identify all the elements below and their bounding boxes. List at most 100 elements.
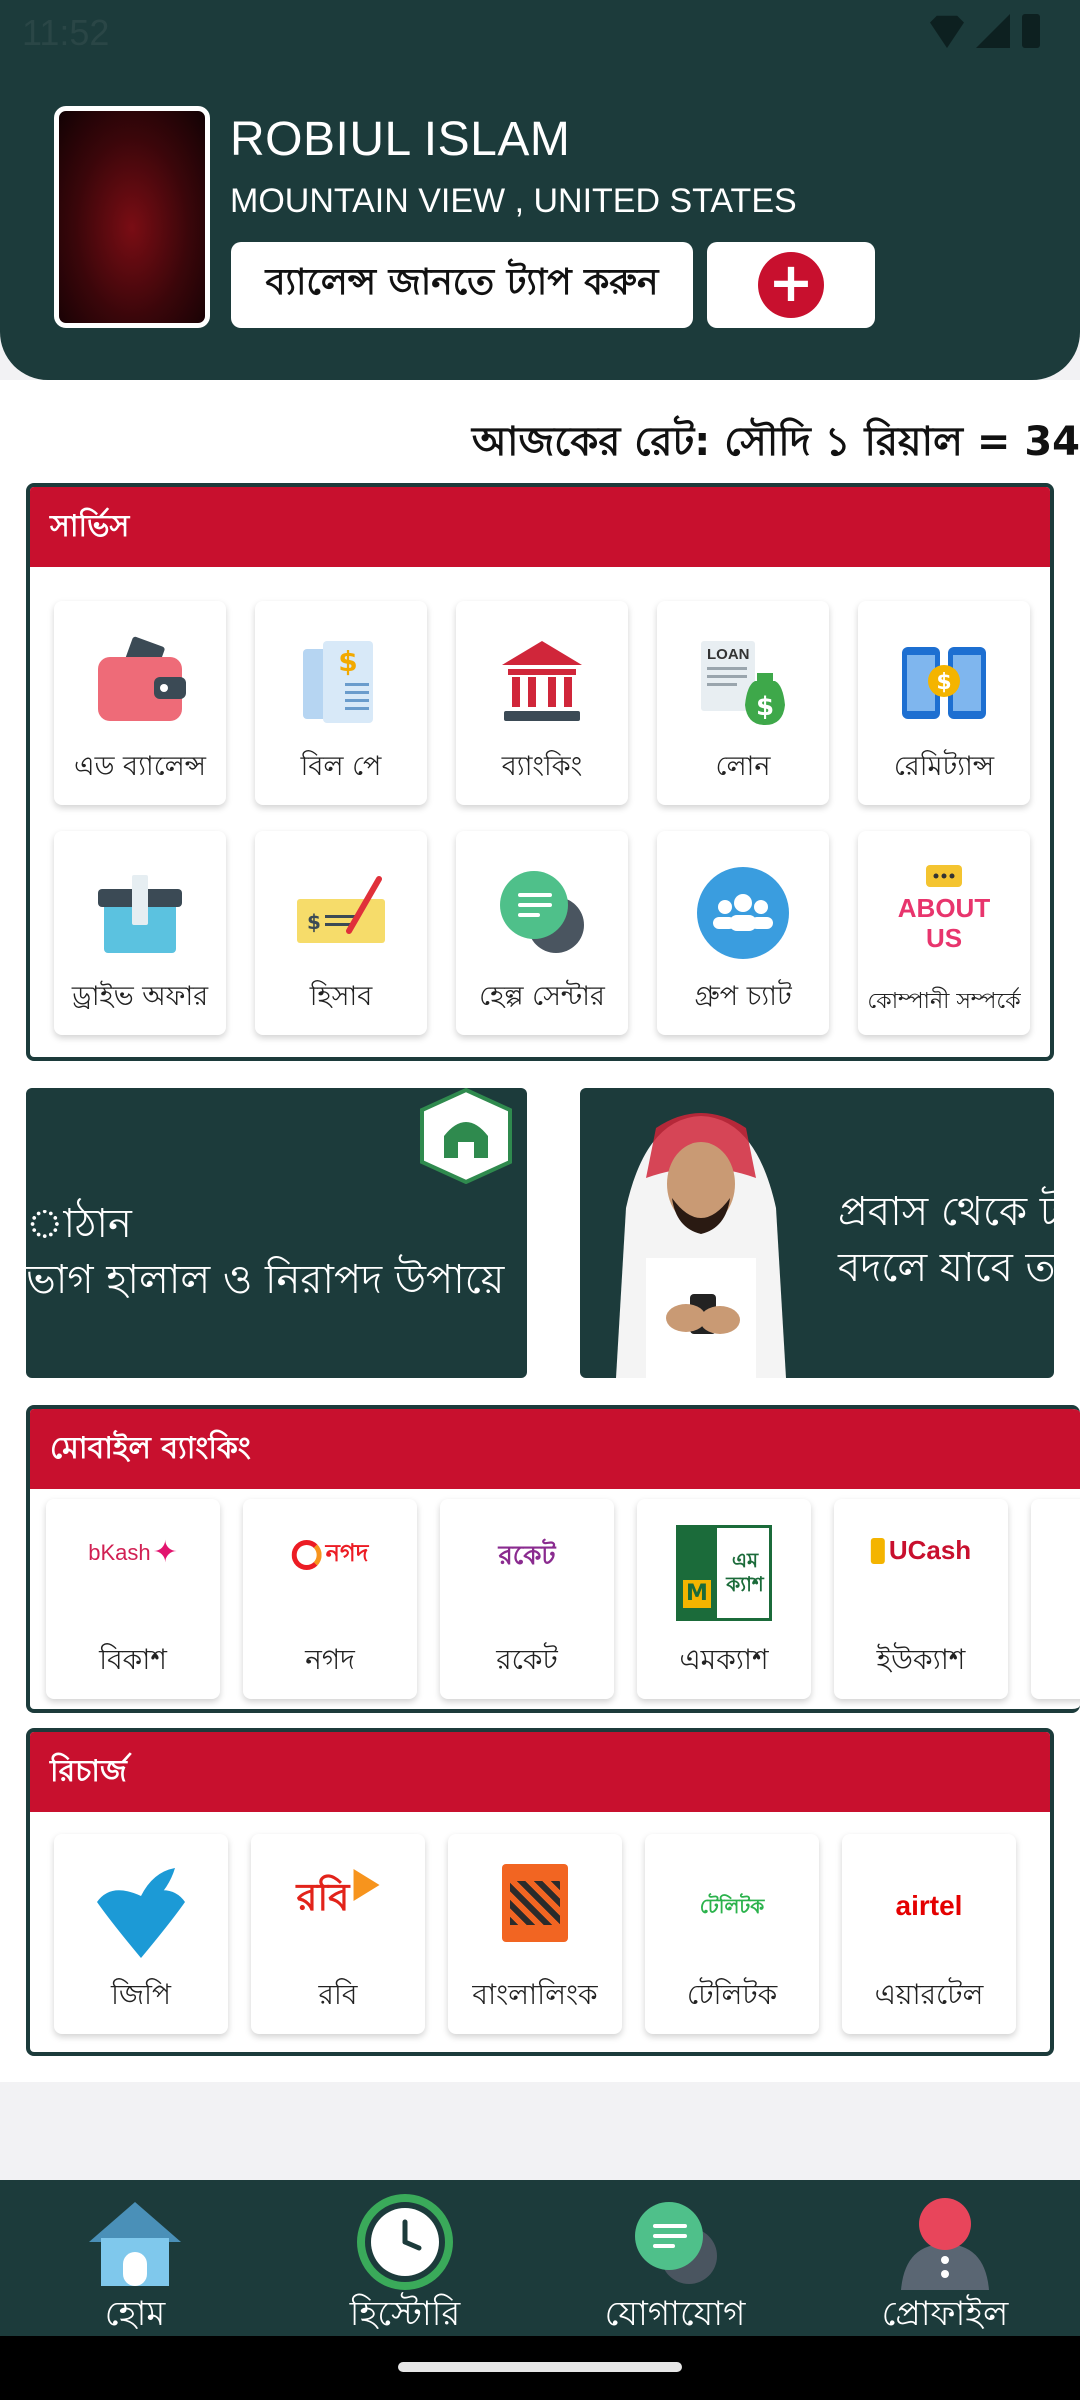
- tile-label: এমক্যাশ: [679, 1643, 769, 1676]
- svg-text:$: $: [338, 645, 357, 678]
- service-remittance[interactable]: $ রেমিট্যান্স: [858, 601, 1030, 805]
- service-add-balance[interactable]: এড ব্যালেন্স: [54, 601, 226, 805]
- status-icons: [930, 14, 1040, 48]
- wallet-icon: [98, 636, 186, 721]
- avatar[interactable]: [54, 106, 210, 328]
- banner-line-2: বদলে যাবে ত: [838, 1245, 1054, 1291]
- service-accounts[interactable]: $ হিসাব: [255, 831, 427, 1035]
- nagad-logo-icon: নগদ: [291, 1535, 368, 1575]
- mb-rocket[interactable]: রকেট রকেট: [440, 1499, 614, 1699]
- home-gesture-handle[interactable]: [398, 2362, 682, 2372]
- service-help-center[interactable]: হেল্প সেন্টার: [456, 831, 628, 1035]
- tile-label: রবি: [318, 1978, 358, 2011]
- services-card: সার্ভিস এড ব্যালেন্স $ বিল পে ব্যাংকিং L…: [26, 483, 1054, 1061]
- profile-header: 11:52 ROBIUL ISLAM MOUNTAIN VIEW , UNITE…: [0, 0, 1080, 380]
- tile-label: নগদ: [305, 1643, 355, 1676]
- tile-label: গ্রুপ চ্যাট: [694, 981, 792, 1012]
- tile-label: জিপি: [110, 1978, 172, 2011]
- mb-nagad[interactable]: নগদ নগদ: [243, 1499, 417, 1699]
- contact-chat-icon: [635, 2202, 717, 2284]
- svg-text:$: $: [756, 692, 774, 722]
- promo-banner-1[interactable]: াঠান ভাগ হালাল ও নিরাপদ উপায়ে: [26, 1088, 527, 1378]
- rocket-logo-icon: রকেট: [498, 1541, 556, 1571]
- recharge-airtel[interactable]: airtel এয়ারটেল: [842, 1834, 1016, 2034]
- bkash-logo-icon: bKash ✦: [88, 1536, 178, 1569]
- bank-icon: [502, 641, 582, 721]
- plus-icon: +: [758, 252, 824, 318]
- service-group-chat[interactable]: গ্রুপ চ্যাট: [657, 831, 829, 1035]
- tile-label: বিকাশ: [99, 1643, 167, 1676]
- system-navigation-bar: [0, 2336, 1080, 2400]
- tile-label: ব্যাংকিং: [501, 751, 583, 782]
- mcash-logo-icon: M এম ক্যাশ: [676, 1525, 772, 1621]
- mb-ucash[interactable]: UCash ইউক্যাশ: [834, 1499, 1008, 1699]
- banner-line-2: ভাগ হালাল ও নিরাপদ উপায়ে: [26, 1257, 505, 1303]
- tile-label: হিসাব: [309, 981, 373, 1012]
- mb-more[interactable]: [1031, 1499, 1080, 1699]
- service-loan[interactable]: LOAN $ লোন: [657, 601, 829, 805]
- add-balance-button[interactable]: +: [707, 242, 875, 328]
- mobile-banking-card: মোবাইল ব্যাংকিং bKash ✦ বিকাশ নগদ নগদ রকে…: [26, 1405, 1080, 1713]
- nav-home[interactable]: হোম: [0, 2180, 270, 2336]
- ucash-logo-icon: UCash: [870, 1535, 971, 1566]
- bottom-navigation: হোম হিস্টোরি যোগাযোগ প্রোফাইল: [0, 2180, 1080, 2336]
- rate-ticker: আজকের রেট: সৌদি ১ রিয়াল = 34: [471, 419, 1080, 465]
- nav-history[interactable]: হিস্টোরি: [270, 2180, 540, 2336]
- nav-contact[interactable]: যোগাযোগ: [540, 2180, 810, 2336]
- battery-icon: [1022, 14, 1040, 48]
- recharge-card: রিচার্জ জিপি রবি রবি বাংলালিংক টেলিটক টে…: [26, 1728, 1054, 2056]
- nav-profile[interactable]: প্রোফাইল: [810, 2180, 1080, 2336]
- app-screen: 11:52 ROBIUL ISLAM MOUNTAIN VIEW , UNITE…: [0, 0, 1080, 2400]
- svg-text:US: US: [926, 923, 962, 953]
- service-bill-pay[interactable]: $ বিল পে: [255, 601, 427, 805]
- banner-line-1: াঠান: [26, 1201, 132, 1247]
- promo-banner-2[interactable]: প্রবাস থেকে ট বদলে যাবে ত: [580, 1088, 1054, 1378]
- status-time: 11:52: [22, 12, 110, 53]
- recharge-title: রিচার্জ: [30, 1732, 1050, 1812]
- teletalk-logo-icon: টেলিটক: [699, 1894, 765, 1918]
- banglalink-logo-icon: [502, 1864, 568, 1942]
- loan-icon: LOAN $: [701, 641, 785, 725]
- tile-label: লোন: [715, 751, 771, 782]
- tile-label: এয়ারটেল: [874, 1978, 984, 2011]
- recharge-gp[interactable]: জিপি: [54, 1834, 228, 2034]
- recharge-banglalink[interactable]: বাংলালিংক: [448, 1834, 622, 2034]
- tile-label: ইউক্যাশ: [876, 1643, 966, 1676]
- service-about-company[interactable]: ABOUT US কোম্পানী সম্পর্কে: [858, 831, 1030, 1035]
- tile-label: হেল্প সেন্টার: [479, 981, 605, 1012]
- recharge-teletalk[interactable]: টেলিটক টেলিটক: [645, 1834, 819, 2034]
- chat-bubbles-icon: [500, 871, 584, 953]
- group-icon: [697, 867, 789, 959]
- svg-text:LOAN: LOAN: [707, 646, 750, 663]
- service-drive-offer[interactable]: ড্রাইভ অফার: [54, 831, 226, 1035]
- airtel-logo-icon: airtel: [895, 1890, 963, 1921]
- svg-text:$: $: [936, 670, 951, 695]
- tile-label: বাংলালিংক: [472, 1978, 598, 2011]
- bill-icon: $: [303, 641, 373, 723]
- tile-label: কোম্পানী সম্পর্কে: [867, 989, 1021, 1014]
- man-with-phone-image: [616, 1113, 786, 1378]
- mobile-banking-title: মোবাইল ব্যাংকিং: [30, 1409, 1080, 1489]
- remittance-icon: $: [902, 647, 986, 719]
- user-name: ROBIUL ISLAM: [230, 113, 571, 166]
- home-icon: [89, 2202, 181, 2286]
- robi-logo-icon: রবি: [297, 1868, 380, 1932]
- check-balance-button[interactable]: ব্যালেন্স জানতে ট্যাপ করুন: [231, 242, 693, 328]
- user-location: MOUNTAIN VIEW , UNITED STATES: [230, 182, 797, 220]
- about-us-icon: ABOUT US: [898, 865, 991, 953]
- history-clock-icon: [357, 2194, 453, 2290]
- recharge-robi[interactable]: রবি রবি: [251, 1834, 425, 2034]
- svg-text:ABOUT: ABOUT: [898, 893, 991, 923]
- svg-text:$: $: [307, 910, 321, 934]
- services-title: সার্ভিস: [30, 487, 1050, 567]
- gift-box-icon: [98, 875, 182, 953]
- tile-label: এড ব্যালেন্স: [74, 751, 206, 782]
- mb-bkash[interactable]: bKash ✦ বিকাশ: [46, 1499, 220, 1699]
- mb-mcash[interactable]: M এম ক্যাশ এমক্যাশ: [637, 1499, 811, 1699]
- service-banking[interactable]: ব্যাংকিং: [456, 601, 628, 805]
- profile-icon: [901, 2198, 989, 2290]
- wifi-icon: [930, 15, 964, 48]
- grameenphone-logo-icon: [97, 1868, 185, 1958]
- tile-label: রেমিট্যান্স: [893, 751, 995, 782]
- tile-label: টেলিটক: [686, 1978, 778, 2011]
